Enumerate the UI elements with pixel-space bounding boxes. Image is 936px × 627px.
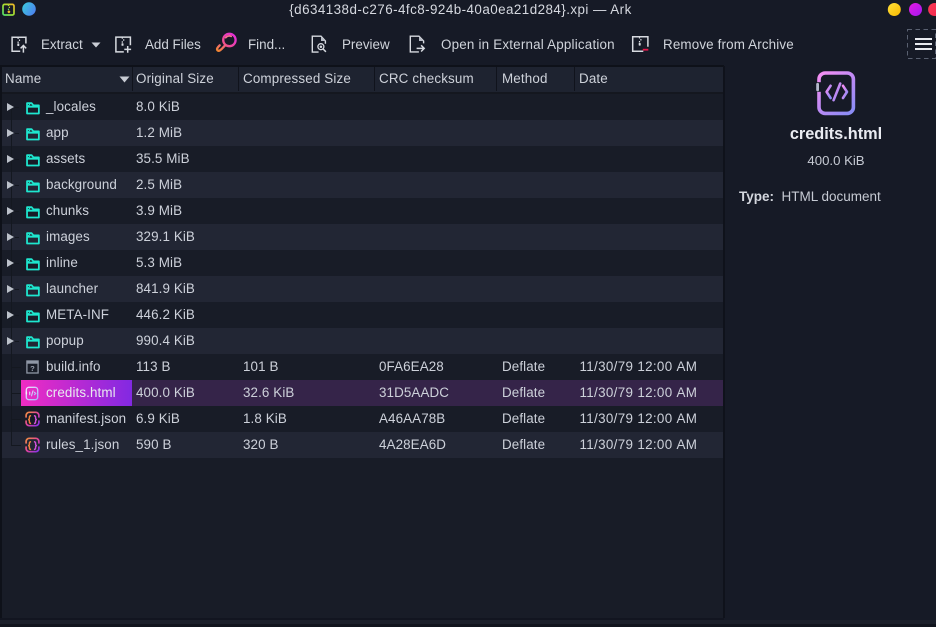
svg-text:?: ? — [30, 364, 35, 373]
